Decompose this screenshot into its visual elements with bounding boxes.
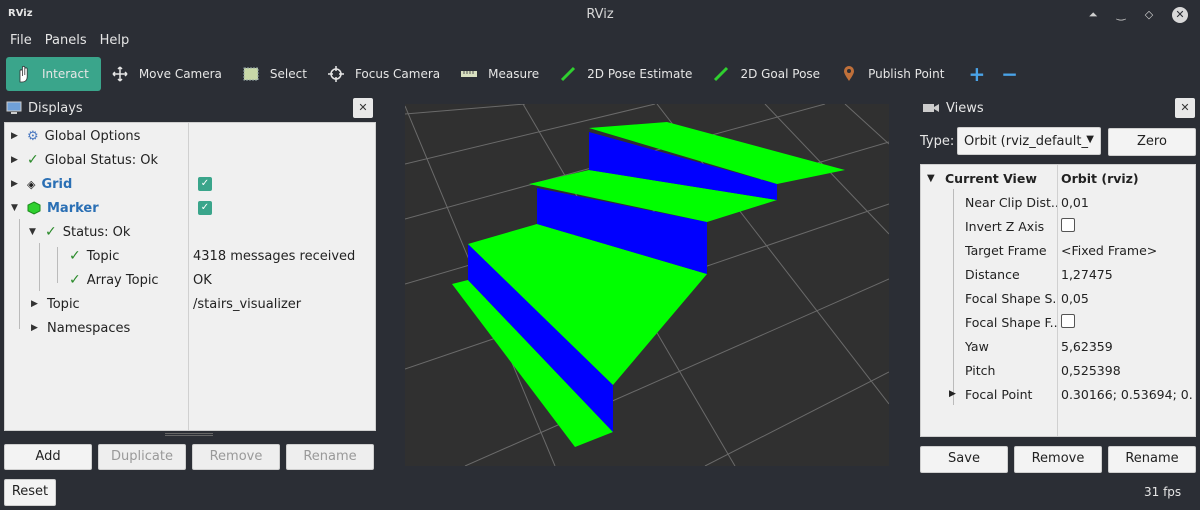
array-topic-value: OK bbox=[193, 272, 212, 288]
displays-panel-header: Displays bbox=[6, 96, 83, 120]
duplicate-display-button[interactable]: Duplicate bbox=[98, 444, 186, 470]
marker-enabled-checkbox[interactable]: ✓ bbox=[198, 201, 212, 215]
view-prop-yaw[interactable]: Yaw 5,62359 bbox=[921, 334, 1195, 358]
tool-move-camera[interactable]: Move Camera bbox=[101, 57, 232, 91]
tool-2d-goal-pose[interactable]: 2D Goal Pose bbox=[702, 57, 830, 91]
menu-help[interactable]: Help bbox=[90, 30, 130, 52]
select-icon bbox=[242, 67, 260, 81]
tree-row-array-topic[interactable]: ✓ Array Topic OK bbox=[5, 268, 375, 292]
focal-shape-fixed-checkbox[interactable] bbox=[1061, 313, 1075, 328]
view-prop-near-clip[interactable]: Near Clip Dist... 0,01 bbox=[921, 190, 1195, 214]
close-displays-icon[interactable]: ✕ bbox=[353, 98, 373, 118]
ruler-icon bbox=[460, 70, 478, 78]
window-title: RViz bbox=[586, 7, 614, 22]
monitor-icon bbox=[6, 101, 22, 115]
collapse-arrow-icon[interactable]: ▼ bbox=[29, 227, 39, 237]
views-tree: ▼ Current View Orbit (rviz) Near Clip Di… bbox=[920, 164, 1196, 437]
view-type-select[interactable]: Orbit (rviz_default_ ▼ bbox=[957, 127, 1101, 155]
remove-display-button[interactable]: Remove bbox=[192, 444, 280, 470]
expand-arrow-icon[interactable]: ▶ bbox=[949, 389, 956, 399]
arrow-green-icon bbox=[712, 66, 730, 82]
chevron-down-icon: ▼ bbox=[1086, 134, 1094, 145]
rename-view-button[interactable]: Rename bbox=[1108, 446, 1196, 473]
splitter-handle[interactable] bbox=[165, 433, 213, 436]
displays-tree: ▶ ⚙ Global Options ▶ ✓ Global Status: Ok… bbox=[4, 122, 376, 431]
checkmark-icon: ✓ bbox=[45, 224, 57, 240]
close-views-icon[interactable]: ✕ bbox=[1175, 98, 1195, 118]
camera-icon bbox=[922, 102, 940, 114]
tree-row-status[interactable]: ▼ ✓ Status: Ok bbox=[5, 220, 375, 244]
menu-bar: File Panels Help bbox=[0, 30, 1200, 52]
checkmark-icon: ✓ bbox=[69, 248, 81, 264]
views-title: Views bbox=[946, 100, 984, 116]
remove-tool-button[interactable]: − bbox=[1001, 62, 1018, 86]
reset-button[interactable]: Reset bbox=[4, 479, 56, 506]
save-view-button[interactable]: Save bbox=[920, 446, 1008, 473]
view-prop-focal-point[interactable]: ▶ Focal Point 0.30166; 0.53694; 0.... bbox=[921, 382, 1195, 406]
grid-enabled-checkbox[interactable]: ✓ bbox=[198, 177, 212, 191]
fps-indicator: 31 fps bbox=[1144, 485, 1182, 499]
expand-arrow-icon[interactable]: ▶ bbox=[31, 323, 41, 333]
checkmark-icon: ✓ bbox=[27, 152, 39, 168]
view-prop-pitch[interactable]: Pitch 0,525398 bbox=[921, 358, 1195, 382]
tree-row-current-view[interactable]: ▼ Current View Orbit (rviz) bbox=[921, 166, 1195, 190]
grid-icon: ◈ bbox=[27, 177, 36, 191]
tool-publish-point[interactable]: Publish Point bbox=[830, 57, 954, 91]
view-prop-focal-shape-fixed[interactable]: Focal Shape F... bbox=[921, 310, 1195, 334]
pin-icon bbox=[840, 66, 858, 82]
tree-row-global-status[interactable]: ▶ ✓ Global Status: Ok bbox=[5, 148, 375, 172]
invert-z-checkbox[interactable] bbox=[1061, 217, 1075, 232]
render-viewport[interactable] bbox=[405, 104, 889, 466]
arrow-green-icon bbox=[559, 66, 577, 82]
tool-select[interactable]: Select bbox=[232, 57, 317, 91]
gear-icon: ⚙ bbox=[27, 128, 39, 144]
toolbar: Interact Move Camera Select Focus Camera… bbox=[0, 56, 1200, 92]
close-window-icon[interactable]: ✕ bbox=[1172, 7, 1188, 23]
view-prop-invert-z[interactable]: Invert Z Axis bbox=[921, 214, 1195, 238]
tree-row-topic[interactable]: ▶ Topic /stairs_visualizer bbox=[5, 292, 375, 316]
tree-row-grid[interactable]: ▶ ◈ Grid ✓ bbox=[5, 172, 375, 196]
tree-row-status-topic[interactable]: ✓ Topic 4318 messages received bbox=[5, 244, 375, 268]
expand-arrow-icon[interactable]: ▶ bbox=[31, 299, 41, 309]
maximize-icon[interactable]: ◇ bbox=[1140, 6, 1158, 24]
tool-focus-camera[interactable]: Focus Camera bbox=[317, 57, 450, 91]
tree-row-global-options[interactable]: ▶ ⚙ Global Options bbox=[5, 124, 375, 148]
keep-above-icon[interactable]: ⏶ bbox=[1084, 6, 1102, 24]
checkmark-icon: ✓ bbox=[69, 272, 81, 288]
expand-arrow-icon[interactable]: ▶ bbox=[11, 131, 21, 141]
expand-arrow-icon[interactable]: ▶ bbox=[11, 155, 21, 165]
minimize-icon[interactable]: ‿ bbox=[1112, 6, 1130, 24]
tool-interact[interactable]: Interact bbox=[6, 57, 101, 91]
topic-status-value: 4318 messages received bbox=[193, 248, 356, 264]
hand-icon bbox=[14, 65, 32, 83]
remove-view-button[interactable]: Remove bbox=[1014, 446, 1102, 473]
tool-2d-pose-estimate[interactable]: 2D Pose Estimate bbox=[549, 57, 702, 91]
cube-icon bbox=[27, 201, 41, 215]
add-display-button[interactable]: Add bbox=[4, 444, 92, 470]
view-prop-focal-shape-size[interactable]: Focal Shape S... 0,05 bbox=[921, 286, 1195, 310]
crosshair-icon bbox=[327, 66, 345, 82]
views-panel-header: Views bbox=[922, 96, 984, 120]
add-tool-button[interactable]: + bbox=[968, 62, 985, 86]
zero-button[interactable]: Zero bbox=[1108, 128, 1196, 156]
title-bar: RViz RViz ⏶ ‿ ◇ ✕ bbox=[0, 0, 1200, 30]
tree-row-marker[interactable]: ▼ Marker ✓ bbox=[5, 196, 375, 220]
topic-value[interactable]: /stairs_visualizer bbox=[193, 297, 301, 312]
collapse-arrow-icon[interactable]: ▼ bbox=[927, 173, 935, 184]
menu-panels[interactable]: Panels bbox=[35, 30, 87, 52]
view-prop-target-frame[interactable]: Target Frame <Fixed Frame> bbox=[921, 238, 1195, 262]
displays-title: Displays bbox=[28, 100, 83, 116]
stairs-scene[interactable] bbox=[405, 104, 889, 466]
view-prop-distance[interactable]: Distance 1,27475 bbox=[921, 262, 1195, 286]
tool-measure[interactable]: Measure bbox=[450, 57, 549, 91]
rename-display-button[interactable]: Rename bbox=[286, 444, 374, 470]
move-icon bbox=[111, 66, 129, 82]
menu-file[interactable]: File bbox=[0, 30, 32, 52]
tree-row-namespaces[interactable]: ▶ Namespaces bbox=[5, 316, 375, 340]
collapse-arrow-icon[interactable]: ▼ bbox=[11, 203, 21, 213]
type-label: Type: bbox=[920, 134, 955, 149]
expand-arrow-icon[interactable]: ▶ bbox=[11, 179, 21, 189]
